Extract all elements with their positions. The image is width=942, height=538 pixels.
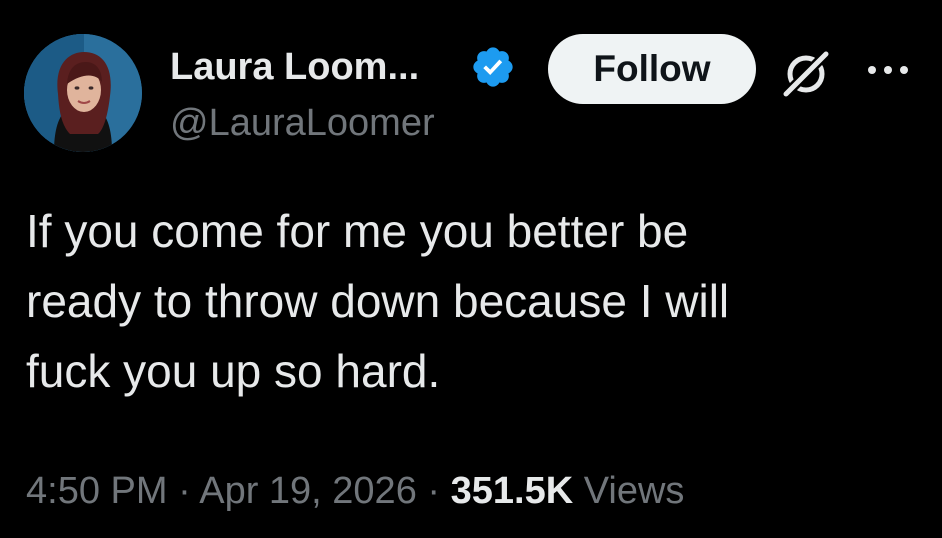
more-options-icon[interactable]: [862, 58, 914, 82]
views-count[interactable]: 351.5K: [451, 470, 574, 512]
avatar[interactable]: [24, 34, 142, 152]
avatar-image: [24, 34, 142, 152]
author-handle[interactable]: @LauraLoomer: [170, 100, 435, 146]
verified-badge-icon[interactable]: [470, 44, 516, 90]
views-label: Views: [573, 470, 685, 512]
follow-button[interactable]: Follow: [548, 34, 756, 104]
tweet-meta: 4:50 PM · Apr 19, 2026 · 351.5K Views: [26, 466, 684, 516]
tweet-date[interactable]: Apr 19, 2026: [199, 470, 417, 512]
grok-icon[interactable]: [778, 46, 834, 102]
meta-separator: ·: [167, 470, 200, 512]
author-display-name[interactable]: Laura Loom...: [170, 44, 419, 90]
tweet-text: If you come for me you better be ready t…: [26, 205, 730, 397]
meta-separator: ·: [416, 470, 451, 512]
tweet-time[interactable]: 4:50 PM: [26, 470, 168, 512]
